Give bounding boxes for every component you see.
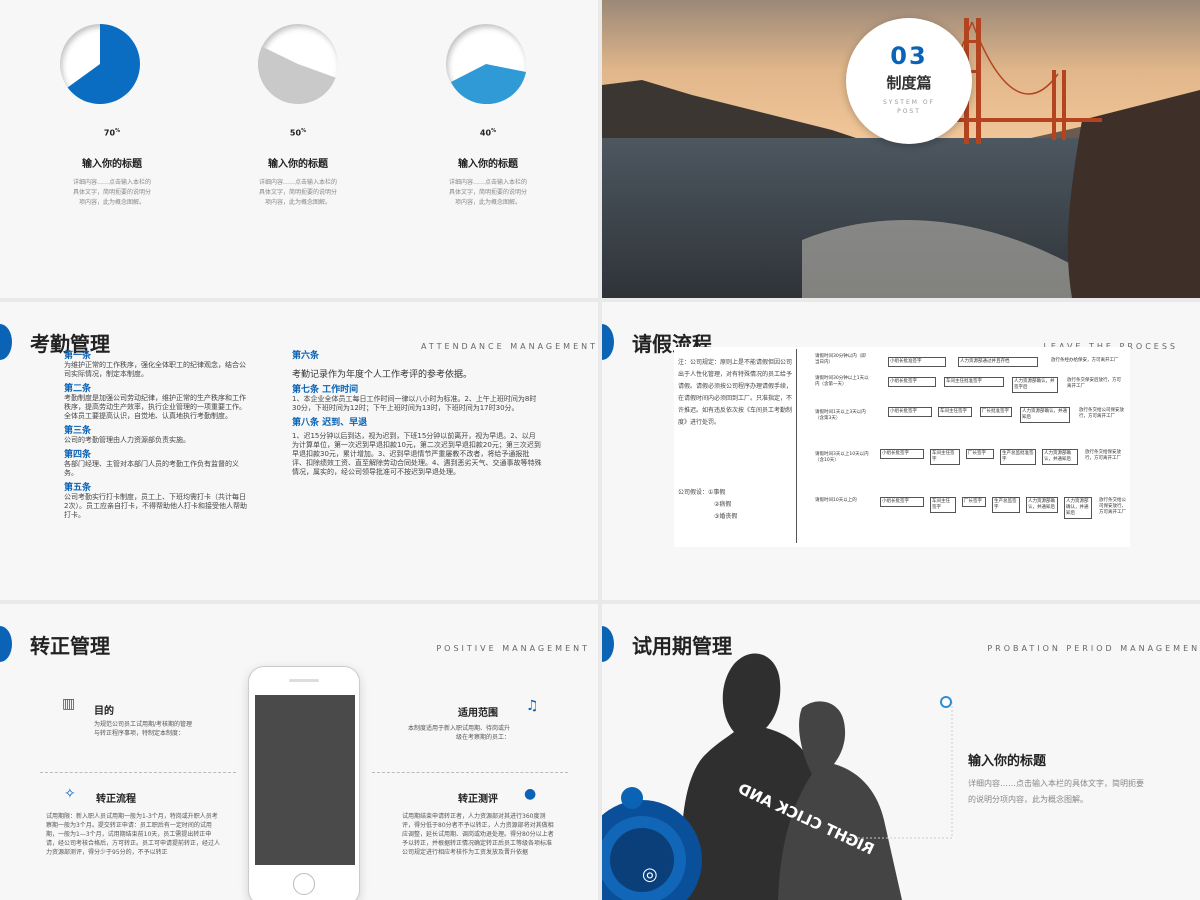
- flow-step: 放行条交给保安放行，方可离开工厂: [1084, 449, 1126, 463]
- pie-percent-label: 40%: [479, 128, 497, 138]
- flow-step: 人力资源部通过并且存档: [958, 357, 1038, 367]
- flow-step: 车间主任签字: [930, 449, 960, 465]
- pie-fill: [67, 24, 140, 104]
- item-title: 输入你的标题: [458, 159, 518, 170]
- lightbulb-icon: ◎: [642, 864, 658, 885]
- content-title: 输入你的标题: [968, 754, 1047, 769]
- flow-step: 人力资源部确认，并通知后: [1064, 497, 1092, 519]
- header-accent: [0, 324, 12, 360]
- flow-step: 人力资源部确认，并通知后: [1026, 497, 1058, 513]
- item-desc: 详细内容……点击输入本栏的 具体文字，简明扼要的说明分 项内容，此为概念图解。: [258, 179, 337, 206]
- location-pin-icon: ●: [524, 786, 537, 802]
- section-badge: 03 制度篇 SYSTEM OF POST: [846, 18, 972, 144]
- flow-step: 车间主任签字: [938, 407, 972, 417]
- pie-percent-label: 50%: [289, 128, 307, 138]
- flow-step: 车间主任签字: [930, 497, 956, 513]
- slide-section-cover[interactable]: 03 制度篇 SYSTEM OF POST: [602, 0, 1200, 298]
- leave-rules: 注：公司规定：原则上是不能请假但因公司出于人性化管理，对有特殊情况的员工给予请假…: [678, 359, 793, 426]
- pie-chart: [258, 24, 338, 104]
- section-subtitle: SYSTEM OF POST: [883, 99, 935, 115]
- purpose-text: 为规范公司员工试用期/考核期的管理与转正程序事项，特制定本制度：: [94, 721, 193, 737]
- flow-condition: 请假时间10天以上的: [814, 497, 870, 505]
- magic-wand-icon: ✧: [64, 786, 76, 802]
- flow-condition: 请假时间30分钟以内（即当日内）: [814, 353, 870, 367]
- flow-step: 生产总监批准签字: [1000, 449, 1036, 465]
- slide-title: 转正管理: [30, 634, 110, 658]
- slide-leave-process[interactable]: 请假流程 LEAVE THE PROCESS 注：公司规定：原则上是不能请假但因…: [602, 302, 1200, 600]
- leave-types: 公司假设：①事假 ②病假 ③婚丧假: [678, 489, 738, 520]
- music-note-icon: ♫: [526, 698, 539, 714]
- phone-mockup: [248, 666, 360, 900]
- scope-title: 适用范围: [458, 708, 498, 719]
- pie-chart: [60, 24, 140, 104]
- slide-attendance[interactable]: 考勤管理 ATTENDANCE MANAGEMENT 第一条 为维护正常的工作秩序…: [0, 302, 598, 600]
- phone-speaker: [289, 679, 319, 682]
- item-title: 输入你的标题: [82, 159, 142, 170]
- item-desc: 详细内容……点击输入本栏的 具体文字，简明扼要的说明分 项内容，此为概念图解。: [72, 179, 151, 206]
- flow-step: 厂长签字: [966, 449, 994, 459]
- flow-condition: 请假时间1天以上3天以内（含第3天）: [814, 409, 870, 423]
- silhouette-graphic: [602, 653, 953, 900]
- flow-step: 放行条交保安后放行，方可离开工厂: [1066, 377, 1126, 391]
- flow-step: 人力资源部确认，并通知后: [1042, 449, 1078, 465]
- flow-step: 小组长批签字: [880, 449, 924, 459]
- item-title: 输入你的标题: [268, 159, 328, 170]
- slide-percent-charts[interactable]: 70% 输入你的标题 详细内容……点击输入本栏的 具体文字，简明扼要的说明分 项内容…: [0, 0, 598, 298]
- flow-step: 小组长批签字: [888, 377, 936, 387]
- slide-subtitle: ATTENDANCE MANAGEMENT: [421, 342, 598, 351]
- chart-icon: ▥: [62, 696, 76, 712]
- scope-text: 本制度适用于新入职试用期、待岗或升级在考察期的员工：: [407, 725, 510, 741]
- flow-step: 小组长批准签字: [888, 357, 946, 367]
- phone-home-button: [293, 873, 315, 895]
- flow-condition: 请假时间30分钟以上1天以内（含第一天）: [814, 375, 870, 389]
- flow-step: 人力资源部确认，并通知后: [1020, 407, 1070, 423]
- flow-step: 厂长批准签字: [980, 407, 1012, 417]
- flow-step: 小组长批签字: [888, 407, 932, 417]
- articles-left: 第一条 为维护正常的工作秩序，强化全体职工的纪律观念，结合公司实际情况，制定本制度…: [64, 351, 247, 520]
- slide-grid: 70% 输入你的标题 详细内容……点击输入本栏的 具体文字，简明扼要的说明分 项内容…: [0, 0, 1200, 900]
- slide-regularization[interactable]: 转正管理 POSITIVE MANAGEMENT ▥ 目的 为规范公司员工试用期…: [0, 604, 598, 900]
- pie-fill: [258, 46, 336, 104]
- flow-brace: [796, 349, 802, 543]
- eval-title: 转正测评: [458, 794, 498, 805]
- slide-subtitle: POSITIVE MANAGEMENT: [436, 644, 590, 653]
- pie-percent-label: 70%: [103, 128, 121, 138]
- flow-step: 生产总监签字: [992, 497, 1020, 513]
- phone-screen: [255, 695, 355, 865]
- process-text: 试用期限：新入职人员试用期一般为1-3个月，特岗或升职人员考察期一般为3个月。提…: [46, 813, 221, 856]
- flowchart: 注：公司规定：原则上是不能请假但因公司出于人性化管理，对有特殊情况的员工给予请假…: [674, 347, 1130, 547]
- flow-step: 小组长批签字: [880, 497, 924, 507]
- pie-fill: [451, 64, 526, 104]
- section-number: 03: [890, 42, 928, 70]
- flow-step: 厂长签字: [962, 497, 986, 507]
- content-desc: 详细内容……点击输入本栏的具体文字，简明扼要的说明分项内容，此为概念图解。: [968, 779, 1144, 804]
- slide-probation[interactable]: 试用期管理 PROBATION PERIOD MANAGEMENT RIGHT …: [602, 604, 1200, 900]
- item-desc: 详细内容……点击输入本栏的 具体文字，简明扼要的说明分 项内容，此为概念图解。: [448, 179, 527, 206]
- divider: [40, 772, 236, 773]
- timeline-ring: [940, 696, 952, 708]
- section-title: 制度篇: [886, 74, 932, 92]
- flow-step: 放行条经办给保安，方可离开工厂: [1050, 357, 1126, 365]
- flow-step: 放行条交给公司保安放行，方可离开工厂: [1098, 497, 1128, 517]
- articles-right: 第六条 考勤记录作为年度个人工作考评的参考依据。 第七条 工作时间 1、本企业全…: [292, 351, 542, 477]
- process-title: 转正流程: [96, 794, 136, 805]
- flow-step: 放行条交给公司保安放行，方可离开工厂: [1078, 407, 1126, 421]
- eval-text: 试用期结束申请转正者，人力资源部对其进行360度测评，得分低于80分者不予以转正…: [402, 813, 554, 856]
- pie-chart: [446, 24, 526, 104]
- header-accent: [0, 626, 12, 662]
- flow-step: 人力资源部确认，并签字后: [1012, 377, 1058, 393]
- flow-condition: 请假时间3天以上10天以内（含10天）: [814, 451, 870, 465]
- purpose-title: 目的: [94, 706, 114, 717]
- divider: [372, 772, 568, 773]
- flow-step: 车间主任批准签字: [944, 377, 1004, 387]
- header-accent: [602, 324, 614, 360]
